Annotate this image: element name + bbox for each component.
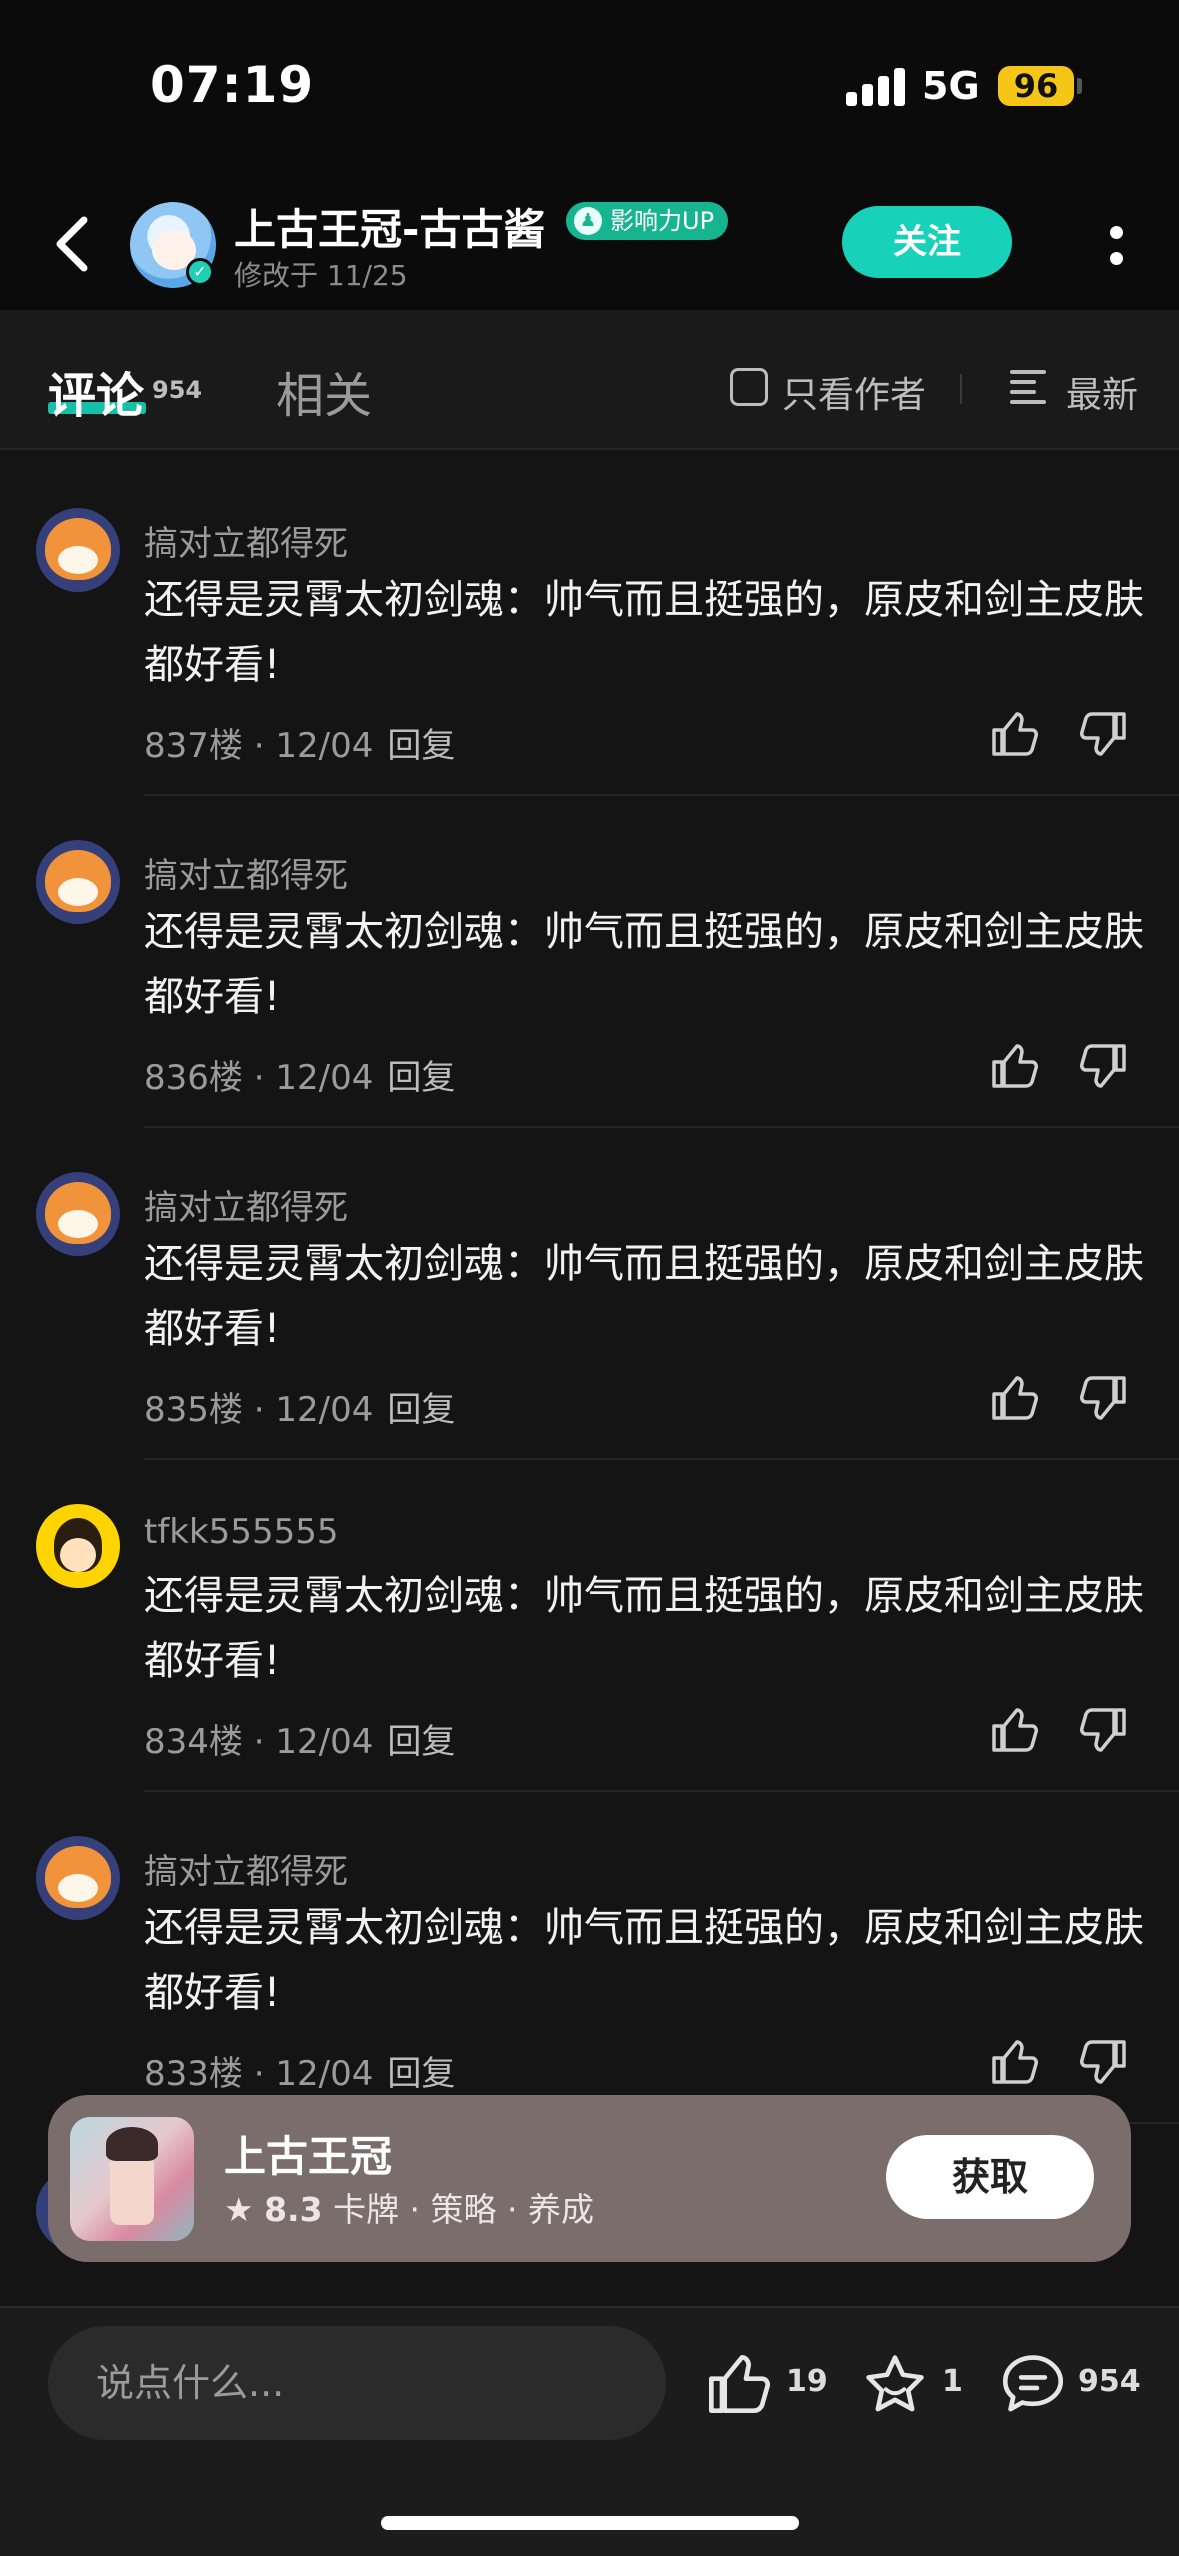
person-icon: ♟ [574, 207, 602, 235]
influence-badge: ♟ 影响力UP [566, 202, 729, 240]
like-button[interactable]: 19 [706, 2348, 828, 2418]
post-header: ✓ 上古王冠-古古酱 ♟ 影响力UP 修改于 11/25 关注 [0, 170, 1179, 310]
back-icon[interactable] [48, 214, 98, 274]
comment-floor: 834楼 [144, 1722, 243, 1762]
comment-item: 搞对立都得死 还得是灵霄太初剑魂：帅气而且挺强的，原皮和剑主皮肤都好看! 835… [0, 1128, 1179, 1460]
reply-button[interactable]: 回复 [387, 1058, 455, 1098]
star-icon: ★ [224, 2190, 254, 2229]
comment-bubble-icon [1002, 2355, 1064, 2412]
only-author-toggle[interactable]: 只看作者 [730, 366, 926, 418]
comment-meta: 837楼 · 12/04 回复 [144, 726, 456, 766]
verified-icon: ✓ [186, 258, 214, 286]
influence-badge-label: 影响力UP [610, 207, 715, 235]
comment-meta: 835楼 · 12/04 回复 [144, 1390, 456, 1430]
comment-meta: 836楼 · 12/04 回复 [144, 1058, 456, 1098]
comment-text: 还得是灵霄太初剑魂：帅气而且挺强的，原皮和剑主皮肤都好看! [144, 1573, 1144, 1684]
thumbs-up-icon [709, 2355, 770, 2413]
tab-related[interactable]: 相关 [276, 356, 372, 426]
comment-date: 12/04 [275, 1722, 374, 1762]
comment-username[interactable]: 搞对立都得死 [144, 516, 348, 565]
comment-date: 12/04 [275, 1058, 374, 1098]
comment-text: 还得是灵霄太初剑魂：帅气而且挺强的，原皮和剑主皮肤都好看! [144, 1241, 1144, 1352]
thumbs-down-icon[interactable] [1080, 710, 1128, 758]
thumbs-down-icon[interactable] [1080, 1042, 1128, 1090]
comment-item: 搞对立都得死 还得是灵霄太初剑魂：帅气而且挺强的，原皮和剑主皮肤都好看! 836… [0, 796, 1179, 1128]
only-author-label: 只看作者 [782, 375, 927, 416]
thumbs-up-icon[interactable] [990, 2038, 1038, 2086]
user-avatar[interactable] [36, 508, 120, 592]
network-type: 5G [922, 64, 980, 108]
game-info: ★ 8.3 卡牌 · 策略 · 养成 [224, 2183, 594, 2231]
game-name: 上古王冠 [224, 2132, 393, 2181]
battery-tip [1077, 78, 1082, 94]
comment-floor: 836楼 [144, 1058, 243, 1098]
game-card[interactable]: 上古王冠 ★ 8.3 卡牌 · 策略 · 养成 获取 [48, 2095, 1131, 2262]
comment-meta: 834楼 · 12/04 回复 [144, 1722, 456, 1762]
comment-date: 12/04 [275, 726, 374, 766]
home-indicator[interactable] [381, 2516, 799, 2530]
comment-date: 12/04 [275, 2054, 374, 2094]
sort-toggle[interactable]: 最新 [1010, 366, 1138, 418]
thumbs-down-icon[interactable] [1080, 1374, 1128, 1422]
status-time: 07:19 [150, 56, 315, 114]
comment-username[interactable]: 搞对立都得死 [144, 1180, 348, 1229]
reply-button[interactable]: 回复 [387, 1722, 455, 1762]
status-bar: 07:19 5G 96 [0, 0, 1179, 170]
star-icon [866, 2355, 924, 2412]
comment-floor: 833楼 [144, 2054, 243, 2094]
reply-button[interactable]: 回复 [387, 2054, 455, 2094]
comment-text: 还得是灵霄太初剑魂：帅气而且挺强的，原皮和剑主皮肤都好看! [144, 909, 1144, 1020]
signal-icon [846, 68, 906, 106]
comment-item: 搞对立都得死 还得是灵霄太初剑魂：帅气而且挺强的，原皮和剑主皮肤都好看! 837… [0, 464, 1179, 796]
thumbs-up-icon[interactable] [990, 1042, 1038, 1090]
game-rating: 8.3 [264, 2190, 323, 2229]
battery-icon: 96 [998, 66, 1074, 106]
game-tags: 卡牌 · 策略 · 养成 [333, 2190, 595, 2229]
comment-list[interactable]: 搞对立都得死 还得是灵霄太初剑魂：帅气而且挺强的，原皮和剑主皮肤都好看! 837… [0, 452, 1179, 2314]
game-thumbnail[interactable] [70, 2117, 194, 2241]
user-avatar[interactable] [36, 1836, 120, 1920]
thumbs-up-icon[interactable] [990, 710, 1038, 758]
sort-icon [1010, 370, 1048, 404]
thumbs-down-icon[interactable] [1080, 1706, 1128, 1754]
comment-username[interactable]: tfkk555555 [144, 1512, 338, 1552]
reply-button[interactable]: 回复 [387, 726, 455, 766]
comment-button[interactable]: 954 [1000, 2348, 1150, 2418]
like-count: 19 [786, 2364, 828, 2399]
follow-button[interactable]: 关注 [842, 206, 1012, 278]
comment-text: 还得是灵霄太初剑魂：帅气而且挺强的，原皮和剑主皮肤都好看! [144, 577, 1144, 688]
thumbs-down-icon[interactable] [1080, 2038, 1128, 2086]
get-button[interactable]: 获取 [886, 2135, 1094, 2219]
comment-username[interactable]: 搞对立都得死 [144, 848, 348, 897]
modified-date: 修改于 11/25 [234, 259, 408, 292]
divider [960, 374, 962, 404]
sort-label: 最新 [1066, 375, 1139, 416]
comment-username[interactable]: 搞对立都得死 [144, 1844, 348, 1893]
favorite-count: 1 [942, 2364, 963, 2399]
author-name[interactable]: 上古王冠-古古酱 [234, 196, 545, 257]
comment-input[interactable]: 说点什么... [48, 2326, 666, 2440]
thumbs-up-icon[interactable] [990, 1374, 1038, 1422]
comment-item: 搞对立都得死 还得是灵霄太初剑魂：帅气而且挺强的，原皮和剑主皮肤都好看! 833… [0, 1792, 1179, 2124]
user-avatar[interactable] [36, 1504, 120, 1588]
reply-button[interactable]: 回复 [387, 1390, 455, 1430]
more-options-icon[interactable] [1106, 216, 1126, 272]
tab-comments-count: 954 [152, 376, 203, 404]
favorite-button[interactable]: 1 [862, 2348, 972, 2418]
checkbox-icon [730, 368, 768, 406]
thumbs-up-icon[interactable] [990, 1706, 1038, 1754]
comment-date: 12/04 [275, 1390, 374, 1430]
comment-text: 还得是灵霄太初剑魂：帅气而且挺强的，原皮和剑主皮肤都好看! [144, 1905, 1144, 2016]
comment-item: tfkk555555 还得是灵霄太初剑魂：帅气而且挺强的，原皮和剑主皮肤都好看!… [0, 1460, 1179, 1792]
comment-floor: 835楼 [144, 1390, 243, 1430]
user-avatar[interactable] [36, 840, 120, 924]
tab-comments[interactable]: 评论 [48, 356, 144, 426]
comment-count: 954 [1078, 2364, 1141, 2399]
user-avatar[interactable] [36, 1172, 120, 1256]
comment-floor: 837楼 [144, 726, 243, 766]
comment-meta: 833楼 · 12/04 回复 [144, 2054, 456, 2094]
comment-tabs: 评论 954 相关 只看作者 最新 [0, 310, 1179, 450]
